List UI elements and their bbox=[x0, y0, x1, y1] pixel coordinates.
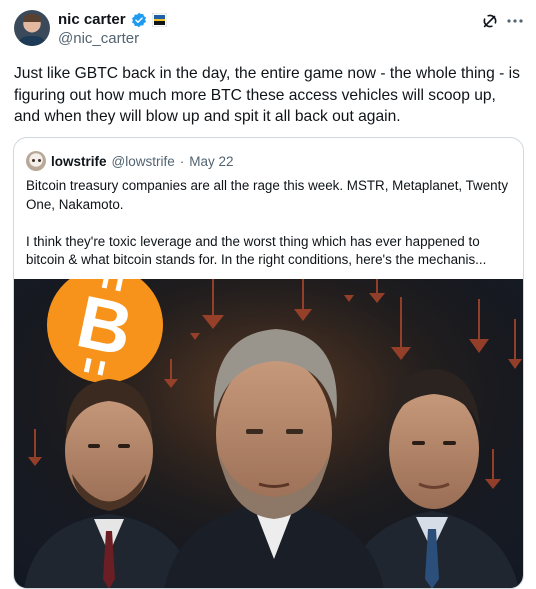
quoted-author-name[interactable]: lowstrife bbox=[51, 154, 107, 169]
quoted-tweet-header: lowstrife @lowstrife · May 22 bbox=[26, 151, 234, 171]
quoted-tweet-text: Bitcoin treasury companies are all the r… bbox=[26, 177, 512, 270]
image-illustration: B bbox=[14, 279, 523, 588]
quoted-tweet-card[interactable]: lowstrife @lowstrife · May 22 Bitcoin tr… bbox=[13, 137, 524, 589]
tweet-text: Just like GBTC back in the day, the enti… bbox=[14, 65, 520, 125]
avatar-hair bbox=[23, 14, 41, 22]
verified-badge-icon bbox=[131, 12, 146, 27]
author-handle[interactable]: @nic_carter bbox=[58, 30, 139, 47]
quoted-date[interactable]: May 22 bbox=[189, 154, 233, 169]
quoted-author-avatar[interactable] bbox=[26, 151, 46, 171]
author-name-row: nic carter bbox=[58, 11, 167, 28]
grok-icon[interactable] bbox=[481, 12, 499, 30]
avatar-shirt bbox=[18, 36, 46, 46]
author-avatar[interactable] bbox=[14, 10, 50, 46]
quoted-text-paragraph-2: I think they're toxic leverage and the w… bbox=[26, 233, 487, 268]
quoted-author-handle[interactable]: @lowstrife bbox=[112, 154, 175, 169]
more-icon[interactable] bbox=[506, 12, 524, 30]
quoted-text-paragraph-1: Bitcoin treasury companies are all the r… bbox=[26, 178, 509, 212]
affiliate-flag-icon[interactable] bbox=[151, 12, 167, 27]
author-display-name[interactable]: nic carter bbox=[58, 11, 126, 28]
quoted-tweet-image[interactable]: B bbox=[14, 279, 523, 588]
quoted-separator: · bbox=[179, 153, 185, 169]
